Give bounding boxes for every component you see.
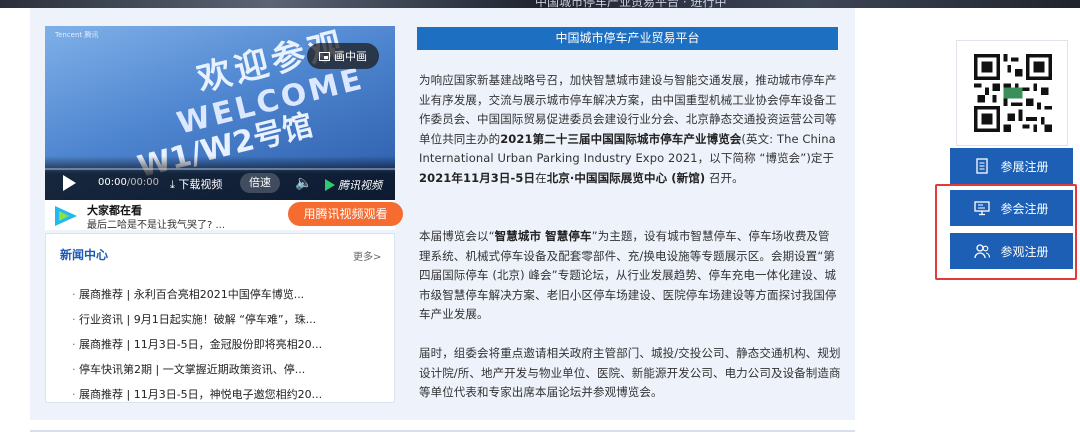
playback-speed-button[interactable]: 倍速 [240,173,280,193]
qr-code-card [956,40,1068,146]
news-item[interactable]: 展商推荐 | 永利百合亮相2021中国停车博览... [72,282,372,307]
video-player[interactable]: Tencent 腾讯 欢迎参观 WELCOME W1/W2号馆 画中画 00:0… [45,26,395,200]
p1-in: 在 [535,170,547,185]
bottom-divider [30,430,855,432]
p1-dates: 2021年11月3日-5日 [419,170,536,185]
download-video-button[interactable]: ⤓ 下载视频 [170,176,222,192]
volume-icon[interactable]: 🔈 [295,175,312,191]
article-paragraph-2: 本届博览会以“智慧城市 智慧停车”为主题，设有城市智慧停车、停车场收费及管理系统… [419,227,841,325]
pip-icon [319,51,330,61]
news-item[interactable]: 行业资讯 | 9月1日起实施！破解 “停车难”，珠... [72,307,372,332]
document-icon [976,158,989,174]
picture-in-picture-button[interactable]: 画中画 [307,43,379,69]
article-paragraph-3: 届时，组委会将重点邀请相关政府主管部门、城投/交投公司、静态交通机构、规划设计院… [419,346,841,399]
time-total: /00:00 [126,177,160,188]
highlight-box [935,184,1077,280]
news-list: 展商推荐 | 永利百合亮相2021中国停车博览... 行业资讯 | 9月1日起实… [72,282,372,407]
p2-text: 本届博览会以“ [419,229,495,243]
news-center: 新闻中心 更多> 展商推荐 | 永利百合亮相2021中国停车博览... 行业资讯… [45,233,395,403]
article-paragraph-1: 为响应国家新基建战略号召，加快智慧城市建设与智能交通发展，推动城市停车产业有序发… [419,71,841,188]
promo-subtitle[interactable]: 最后二哈是不是让我气哭了? ... [87,216,225,231]
exhibitor-registration-label: 参展注册 [1000,159,1049,174]
article-title: 中国城市停车产业贸易平台 [417,27,838,50]
p1-end: 召开。 [705,170,744,185]
video-progress-bar[interactable] [45,168,395,170]
news-heading: 新闻中心 [60,248,109,262]
news-item[interactable]: 停车快讯第2期 | 一文掌握近期政策资讯、停... [72,357,372,382]
tencent-video-logo-icon [325,179,335,191]
brand-label: 腾讯视频 [338,179,382,192]
open-in-tencent-video-button[interactable]: 用腾讯视频观看 [288,202,403,226]
video-time: 00:00/00:00 [98,177,159,188]
pip-label: 画中画 [334,50,367,63]
download-label: 下载视频 [178,178,223,191]
tencent-video-app-icon [55,206,77,226]
download-icon: ⤓ [170,178,175,191]
promo-bar: 大家都在看 最后二哈是不是让我气哭了? ... 用腾讯视频观看 [45,200,403,231]
news-more-link[interactable]: 更多> [353,248,381,263]
exhibitor-registration-button[interactable]: 参展注册 [950,148,1073,184]
p2-theme: 智慧城市 智慧停车 [494,229,592,243]
tencent-video-brand[interactable]: 腾讯视频 [325,177,382,193]
time-current: 00:00 [98,177,127,188]
main-panel: Tencent 腾讯 欢迎参观 WELCOME W1/W2号馆 画中画 00:0… [30,8,855,420]
video-controls: 00:00/00:00 ⤓ 下载视频 倍速 🔈 腾讯视频 [45,156,395,200]
play-icon[interactable] [63,175,76,191]
news-item[interactable]: 展商推荐 | 11月3日-5日，金冠股份即将亮相20... [72,332,372,357]
qr-code-icon [974,54,1052,132]
video-logo: Tencent 腾讯 [55,31,99,39]
top-banner-strip: 中国城市停车产业贸易平台 · 进行中 [0,0,1080,9]
news-item[interactable]: 展商推荐 | 11月3日-5日，神悦电子邀您相约20... [72,382,372,407]
p1-expo-name: 2021第二十三届中国国际城市停车产业博览会 [500,131,742,146]
p1-venue: 北京·中国国际展览中心 (新馆) [546,170,706,185]
